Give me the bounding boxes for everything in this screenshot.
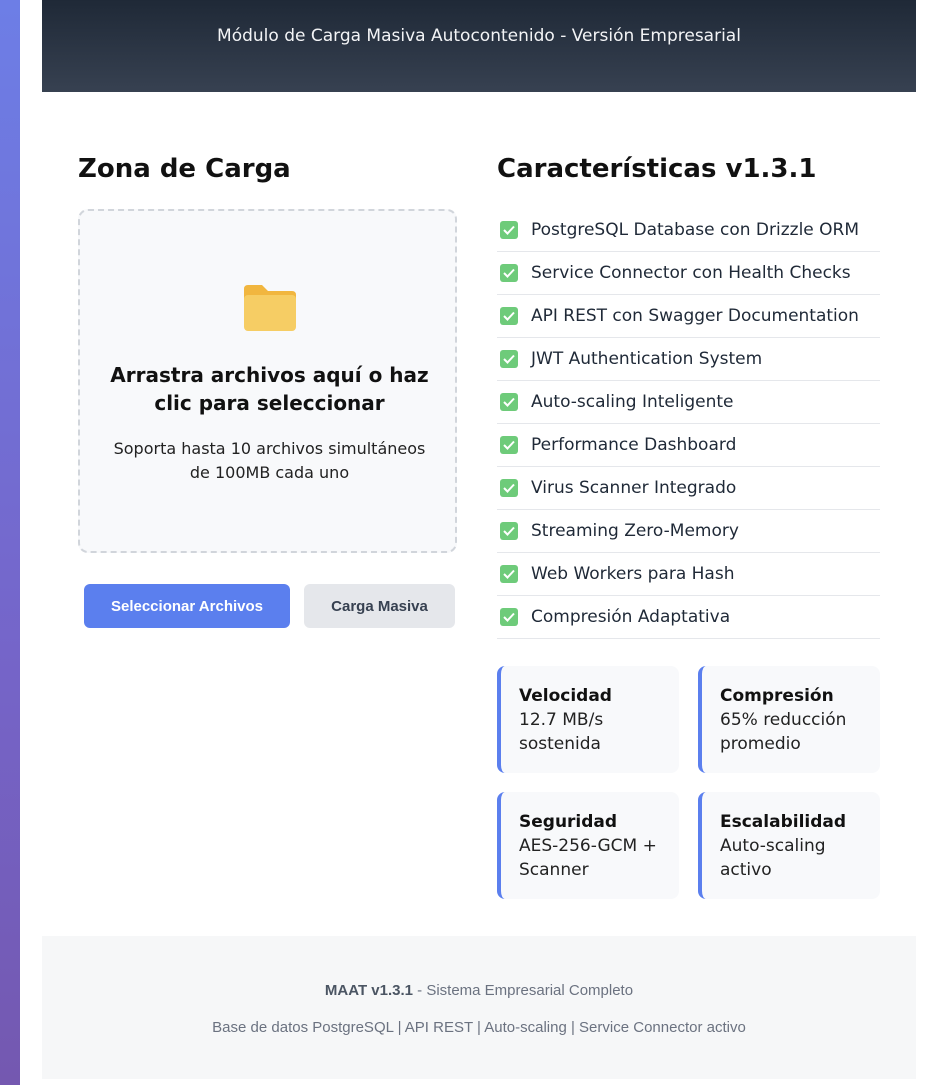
stat-card-scalability: Escalabilidad Auto-scaling activo xyxy=(698,792,880,899)
feature-item: PostgreSQL Database con Drizzle ORM xyxy=(497,209,880,252)
feature-item: Web Workers para Hash xyxy=(497,553,880,596)
feature-label: Service Connector con Health Checks xyxy=(531,263,851,283)
select-files-button[interactable]: Seleccionar Archivos xyxy=(84,584,290,628)
stat-value: Auto-scaling activo xyxy=(720,836,826,880)
feature-item: Virus Scanner Integrado xyxy=(497,467,880,510)
check-box-icon xyxy=(500,565,518,583)
feature-item: JWT Authentication System xyxy=(497,338,880,381)
upload-title: Arrastra archivos aquí o haz clic para s… xyxy=(110,363,429,415)
folder-icon xyxy=(244,285,296,331)
feature-label: Web Workers para Hash xyxy=(531,564,735,584)
stat-title: Escalabilidad xyxy=(720,812,847,832)
feature-label: PostgreSQL Database con Drizzle ORM xyxy=(531,220,860,240)
page-header: Módulo de Carga Masiva Autocontenido - V… xyxy=(42,0,916,92)
check-box-icon xyxy=(500,436,518,454)
feature-item: API REST con Swagger Documentation xyxy=(497,295,880,338)
stat-title: Velocidad xyxy=(519,686,612,706)
check-box-icon xyxy=(500,264,518,282)
footer-summary: MAAT v1.3.1 - Sistema Empresarial Comple… xyxy=(42,982,916,999)
footer-brand: MAAT v1.3.1 xyxy=(324,982,413,999)
footer-details: Base de datos PostgreSQL | API REST | Au… xyxy=(212,1019,746,1036)
feature-label: Streaming Zero-Memory xyxy=(531,521,739,541)
stat-card-security: Seguridad AES-256-GCM + Scanner xyxy=(497,792,679,899)
stat-title: Compresión xyxy=(720,686,834,706)
stat-card-speed: Velocidad 12.7 MB/s sostenida xyxy=(497,666,679,773)
check-box-icon xyxy=(500,350,518,368)
check-box-icon xyxy=(500,393,518,411)
feature-label: JWT Authentication System xyxy=(531,349,763,369)
feature-label: Auto-scaling Inteligente xyxy=(531,392,734,412)
stat-card-compression: Compresión 65% reducción promedio xyxy=(698,666,880,773)
bulk-upload-button[interactable]: Carga Masiva xyxy=(304,584,455,628)
stat-title: Seguridad xyxy=(519,812,618,832)
stat-value: 12.7 MB/s sostenida xyxy=(519,710,604,754)
footer-tagline: - Sistema Empresarial Completo xyxy=(413,982,634,999)
stat-value: 65% reducción promedio xyxy=(720,710,847,754)
feature-item: Service Connector con Health Checks xyxy=(497,252,880,295)
feature-label: Performance Dashboard xyxy=(531,435,737,455)
feature-item: Streaming Zero-Memory xyxy=(497,510,880,553)
feature-label: Virus Scanner Integrado xyxy=(531,478,737,498)
check-box-icon xyxy=(500,522,518,540)
feature-label: Compresión Adaptativa xyxy=(531,607,731,627)
main-content: Zona de Carga Arrastra archivos aquí o h… xyxy=(42,92,916,936)
feature-label: API REST con Swagger Documentation xyxy=(531,306,859,326)
upload-drop-zone[interactable]: Arrastra archivos aquí o haz clic para s… xyxy=(78,209,457,553)
check-box-icon xyxy=(500,221,518,239)
upload-hint: Soporta hasta 10 archivos simultáneos de… xyxy=(113,439,426,482)
check-box-icon xyxy=(500,307,518,325)
upload-section-title: Zona de Carga xyxy=(78,154,291,184)
stat-value: AES-256-GCM + Scanner xyxy=(519,836,657,880)
feature-item: Performance Dashboard xyxy=(497,424,880,467)
features-list: PostgreSQL Database con Drizzle ORM Serv… xyxy=(497,209,880,639)
features-section-title: Características v1.3.1 xyxy=(497,154,817,184)
feature-item: Auto-scaling Inteligente xyxy=(497,381,880,424)
check-box-icon xyxy=(500,608,518,626)
left-gradient-strip xyxy=(0,0,20,1085)
header-subtitle: Módulo de Carga Masiva Autocontenido - V… xyxy=(217,26,741,46)
feature-item: Compresión Adaptativa xyxy=(497,596,880,639)
check-box-icon xyxy=(500,479,518,497)
page-footer: MAAT v1.3.1 - Sistema Empresarial Comple… xyxy=(42,936,916,1079)
